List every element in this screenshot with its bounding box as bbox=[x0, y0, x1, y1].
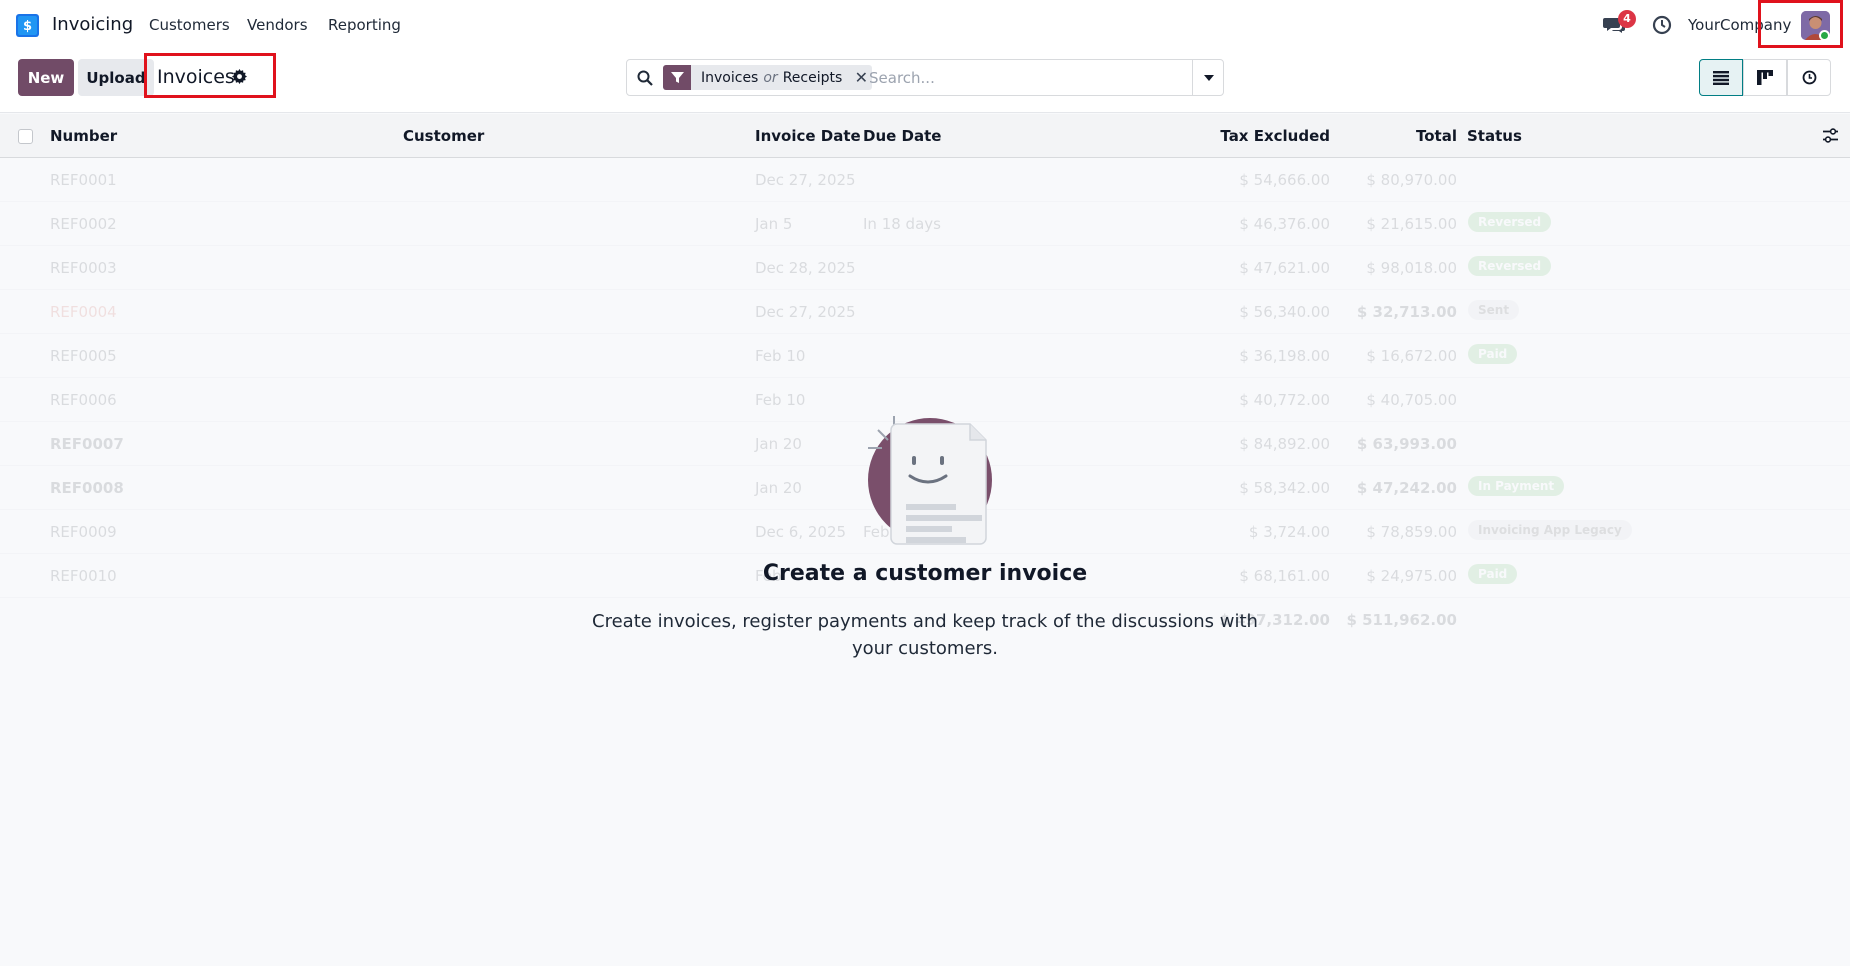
row-number: REF0003 bbox=[50, 259, 117, 277]
menu-reporting[interactable]: Reporting bbox=[328, 16, 401, 34]
row-number: REF0005 bbox=[50, 347, 117, 365]
row-tax-excluded: $ 54,666.00 bbox=[1239, 171, 1330, 189]
svg-text:$: $ bbox=[23, 19, 32, 34]
row-tax-excluded: $ 36,198.00 bbox=[1239, 347, 1330, 365]
table-row: REF0005 Feb 10 $ 36,198.00 $ 16,672.00 Paid bbox=[0, 334, 1850, 378]
search-bar[interactable]: Invoices or Receipts ✕ bbox=[626, 59, 1224, 96]
facet-separator: or bbox=[763, 69, 778, 86]
optional-columns-icon[interactable] bbox=[1822, 127, 1839, 144]
list-header: Number Customer Invoice Date Due Date Ta… bbox=[0, 114, 1850, 158]
empty-state-description: Create invoices, register payments and k… bbox=[592, 611, 1258, 659]
table-row: REF0004 Dec 27, 2025 $ 56,340.00 $ 32,713.0… bbox=[0, 290, 1850, 334]
top-navbar: $ Invoicing Customers Vendors Reporting … bbox=[0, 0, 1850, 50]
highlight-box-avatar bbox=[1758, 0, 1843, 48]
column-customer[interactable]: Customer bbox=[403, 127, 484, 145]
row-tax-excluded: $ 84,892.00 bbox=[1239, 435, 1330, 453]
row-total: $ 63,993.00 bbox=[1356, 435, 1457, 453]
column-due-date[interactable]: Due Date bbox=[863, 127, 941, 145]
row-tax-excluded: $ 56,340.00 bbox=[1239, 303, 1330, 321]
row-tax-excluded: $ 46,376.00 bbox=[1239, 215, 1330, 233]
control-panel: New Upload Invoices Invoices or Receipts ✕ bbox=[0, 50, 1850, 113]
activity-view-button[interactable] bbox=[1787, 59, 1831, 96]
row-invoice-date: Feb 10 bbox=[755, 391, 806, 409]
row-total: $ 98,018.00 bbox=[1366, 259, 1457, 277]
search-icon[interactable] bbox=[637, 70, 653, 86]
facet-value-invoices: Invoices bbox=[701, 69, 759, 86]
row-status-badge: In Payment bbox=[1468, 476, 1565, 496]
empty-state-title: Create a customer invoice bbox=[762, 561, 1088, 586]
upload-button[interactable]: Upload bbox=[78, 59, 154, 96]
row-total: $ 78,859.00 bbox=[1366, 523, 1457, 541]
menu-vendors[interactable]: Vendors bbox=[247, 16, 308, 34]
search-facet[interactable]: Invoices or Receipts ✕ bbox=[663, 65, 873, 90]
total-amount: $ 511,962.00 bbox=[1346, 611, 1457, 629]
table-row: REF0003 Dec 28, 2025 $ 47,621.00 $ 98,018.0… bbox=[0, 246, 1850, 290]
app-title[interactable]: Invoicing bbox=[52, 14, 133, 35]
row-total: $ 80,970.00 bbox=[1366, 171, 1457, 189]
column-number[interactable]: Number bbox=[50, 127, 117, 145]
row-status-badge: Sent bbox=[1468, 300, 1520, 320]
filter-icon bbox=[663, 65, 691, 90]
messages-count-badge: 4 bbox=[1618, 10, 1636, 28]
list-view-icon bbox=[1713, 70, 1729, 85]
facet-label: Invoices or Receipts bbox=[691, 70, 850, 86]
row-status-badge: Invoicing App Legacy bbox=[1468, 520, 1632, 540]
search-options-toggle[interactable] bbox=[1192, 60, 1224, 95]
row-number: REF0007 bbox=[50, 435, 124, 453]
row-invoice-date: Jan 5 bbox=[755, 215, 793, 233]
activity-clock-icon[interactable] bbox=[1652, 15, 1672, 35]
row-invoice-date: Jan 20 bbox=[755, 479, 802, 497]
facet-value-receipts: Receipts bbox=[782, 69, 843, 86]
row-number: REF0001 bbox=[50, 171, 117, 189]
row-total: $ 24,975.00 bbox=[1366, 567, 1457, 585]
kanban-view-icon bbox=[1757, 70, 1773, 85]
row-total: $ 40,705.00 bbox=[1366, 391, 1457, 409]
row-status-badge: Paid bbox=[1468, 344, 1518, 364]
row-total: $ 32,713.00 bbox=[1356, 303, 1457, 321]
row-due-date: In 18 days bbox=[863, 215, 941, 233]
search-input[interactable] bbox=[869, 67, 1169, 89]
new-button[interactable]: New bbox=[18, 59, 74, 96]
row-number: REF0006 bbox=[50, 391, 117, 409]
row-tax-excluded: $ 47,621.00 bbox=[1239, 259, 1330, 277]
row-status-badge: Reversed bbox=[1468, 256, 1552, 276]
row-total: $ 16,672.00 bbox=[1366, 347, 1457, 365]
column-tax-excluded[interactable]: Tax Excluded bbox=[1220, 127, 1330, 145]
empty-invoice-illustration bbox=[868, 416, 992, 545]
column-status[interactable]: Status bbox=[1467, 127, 1522, 145]
list-view-button[interactable] bbox=[1699, 59, 1743, 96]
invoicing-app-icon[interactable]: $ bbox=[16, 14, 39, 37]
row-tax-excluded: $ 58,342.00 bbox=[1239, 479, 1330, 497]
column-total[interactable]: Total bbox=[1416, 127, 1457, 145]
column-invoice-date[interactable]: Invoice Date bbox=[755, 127, 861, 145]
row-invoice-date: Jan 20 bbox=[755, 435, 802, 453]
table-row: REF0001 Dec 27, 2025 $ 54,666.00 $ 80,970.0… bbox=[0, 158, 1850, 202]
row-tax-excluded: $ 3,724.00 bbox=[1248, 523, 1330, 541]
caret-down-icon bbox=[1203, 74, 1214, 81]
row-number: REF0004 bbox=[50, 303, 117, 321]
row-number: REF0009 bbox=[50, 523, 117, 541]
row-invoice-date: Dec 28, 2025 bbox=[755, 259, 856, 277]
row-tax-excluded: $ 40,772.00 bbox=[1239, 391, 1330, 409]
kanban-view-button[interactable] bbox=[1743, 59, 1787, 96]
row-invoice-date: Dec 6, 2025 bbox=[755, 523, 847, 541]
row-total: $ 21,615.00 bbox=[1366, 215, 1457, 233]
row-invoice-date: Dec 27, 2025 bbox=[755, 171, 856, 189]
activity-view-icon bbox=[1802, 70, 1816, 85]
row-number: REF0008 bbox=[50, 479, 124, 497]
table-row: REF0002 Jan 5 In 18 days $ 46,376.00 $ 21,61… bbox=[0, 202, 1850, 246]
row-total: $ 47,242.00 bbox=[1356, 479, 1457, 497]
row-invoice-date: Feb 10 bbox=[755, 347, 806, 365]
row-invoice-date: Dec 27, 2025 bbox=[755, 303, 856, 321]
select-all-checkbox[interactable] bbox=[18, 129, 33, 144]
highlight-box-breadcrumb bbox=[144, 53, 276, 98]
menu-customers[interactable]: Customers bbox=[149, 16, 230, 34]
row-number: REF0010 bbox=[50, 567, 117, 585]
row-number: REF0002 bbox=[50, 215, 117, 233]
row-status-badge: Paid bbox=[1468, 564, 1518, 584]
row-status-badge: Reversed bbox=[1468, 212, 1552, 232]
